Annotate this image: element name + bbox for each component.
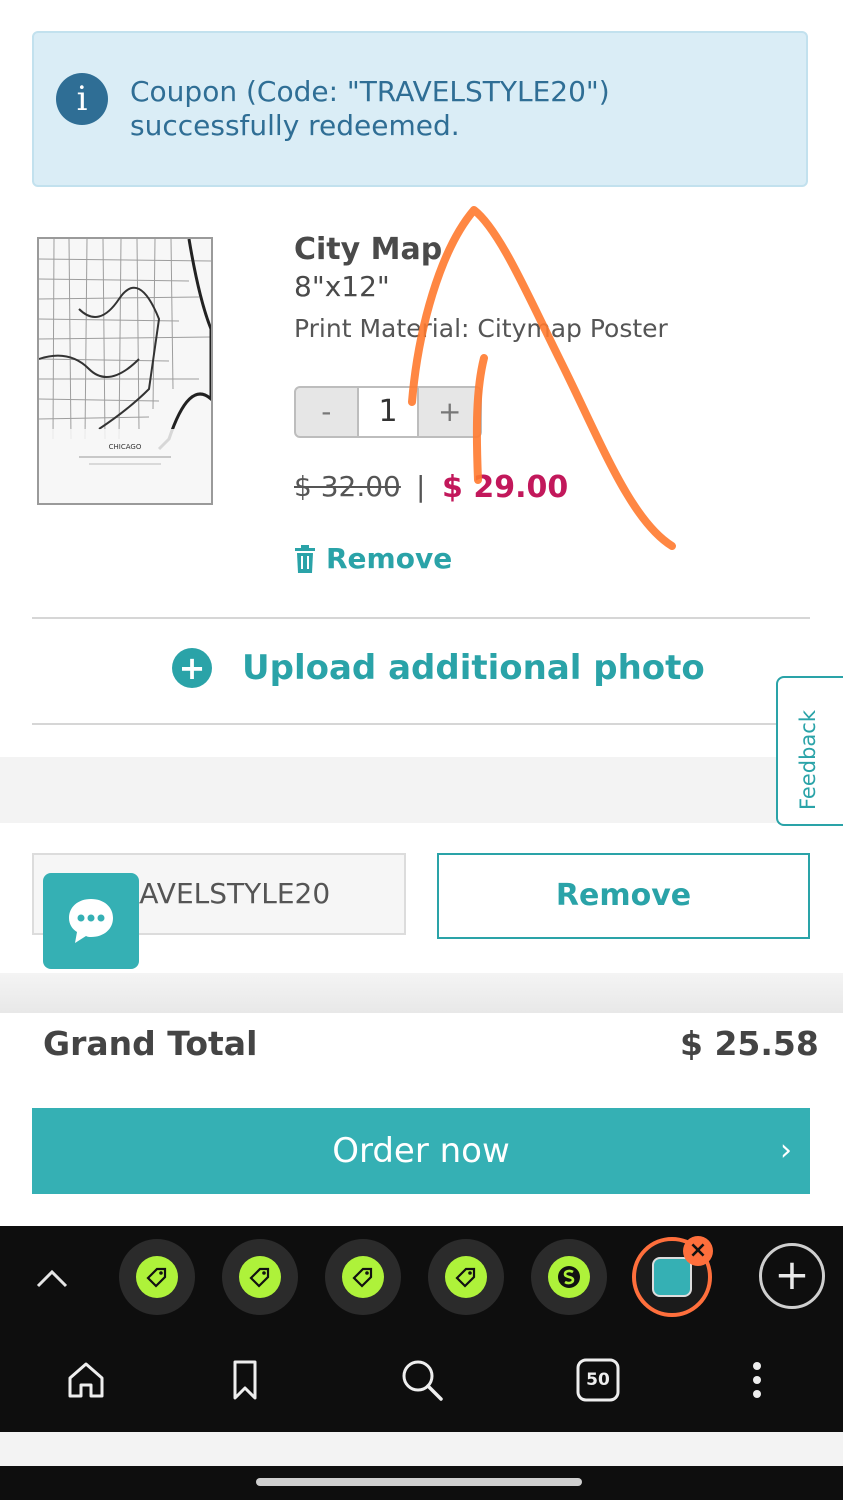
original-price: $ 32.00	[294, 470, 401, 503]
order-now-button[interactable]: Order now ›	[32, 1108, 810, 1194]
decrement-button[interactable]: -	[296, 388, 357, 436]
upload-photo-label: Upload additional photo	[242, 648, 705, 688]
chat-button[interactable]	[43, 873, 139, 969]
price-separator: |	[416, 470, 426, 503]
alert-message: Coupon (Code: "TRAVELSTYLE20") successfu…	[130, 75, 610, 142]
grocery-tag-icon	[239, 1256, 281, 1298]
map-caption: CHICAGO	[109, 443, 142, 451]
tab-grocery-2[interactable]	[222, 1239, 298, 1315]
search-icon[interactable]	[396, 1354, 448, 1406]
map-image: CHICAGO	[39, 239, 211, 503]
chevron-up-icon[interactable]	[34, 1260, 70, 1296]
close-tab-icon[interactable]: ×	[683, 1236, 713, 1266]
grocery-tag-icon	[342, 1256, 384, 1298]
feedback-tab[interactable]: Feedback	[776, 676, 843, 826]
divider	[32, 723, 810, 725]
remove-coupon-button[interactable]: Remove	[437, 853, 810, 939]
plus-circle-icon: +	[172, 648, 212, 688]
info-icon: i	[56, 73, 108, 125]
section-spacer	[0, 757, 843, 823]
city-map-thumbnail[interactable]: CHICAGO	[37, 237, 213, 505]
grand-total-value: $ 25.58	[680, 1024, 819, 1063]
grand-total-label: Grand Total	[43, 1024, 258, 1063]
home-icon[interactable]	[60, 1354, 112, 1406]
sale-price: $ 29.00	[442, 470, 569, 505]
home-gesture-handle[interactable]	[256, 1478, 582, 1486]
remove-item-button[interactable]: Remove	[294, 542, 452, 575]
divider	[32, 617, 810, 619]
tab-grocery-4[interactable]	[428, 1239, 504, 1315]
quantity-input[interactable]: 1	[356, 388, 420, 436]
trash-icon	[295, 544, 315, 573]
chevron-right-icon: ›	[780, 1133, 792, 1168]
s-logo-icon	[548, 1256, 590, 1298]
product-material: Print Material: Citymap Poster	[294, 314, 668, 343]
active-tab-icon	[652, 1257, 692, 1297]
section-shadow	[0, 973, 843, 1013]
product-size: 8"x12"	[294, 270, 390, 303]
product-title[interactable]: City Map	[294, 232, 442, 267]
order-now-label: Order now	[332, 1131, 510, 1171]
feedback-label: Feedback	[796, 709, 820, 810]
tab-grocery-3[interactable]	[325, 1239, 401, 1315]
bookmark-icon[interactable]	[219, 1354, 271, 1406]
new-tab-button[interactable]: +	[759, 1243, 825, 1309]
tab-count-button[interactable]: 50	[572, 1354, 624, 1406]
tab-count: 50	[586, 1370, 610, 1390]
quantity-stepper: - 1 +	[294, 386, 482, 438]
grocery-tag-icon	[136, 1256, 178, 1298]
more-options-icon[interactable]	[731, 1354, 783, 1406]
grocery-tag-icon	[445, 1256, 487, 1298]
coupon-alert: i Coupon (Code: "TRAVELSTYLE20") success…	[32, 31, 808, 187]
upload-photo-button[interactable]: + Upload additional photo	[172, 648, 705, 688]
chat-bubble-icon	[69, 899, 113, 943]
tab-grocery-1[interactable]	[119, 1239, 195, 1315]
increment-button[interactable]: +	[419, 388, 480, 436]
remove-item-label: Remove	[326, 542, 453, 575]
tab-s-app[interactable]	[531, 1239, 607, 1315]
